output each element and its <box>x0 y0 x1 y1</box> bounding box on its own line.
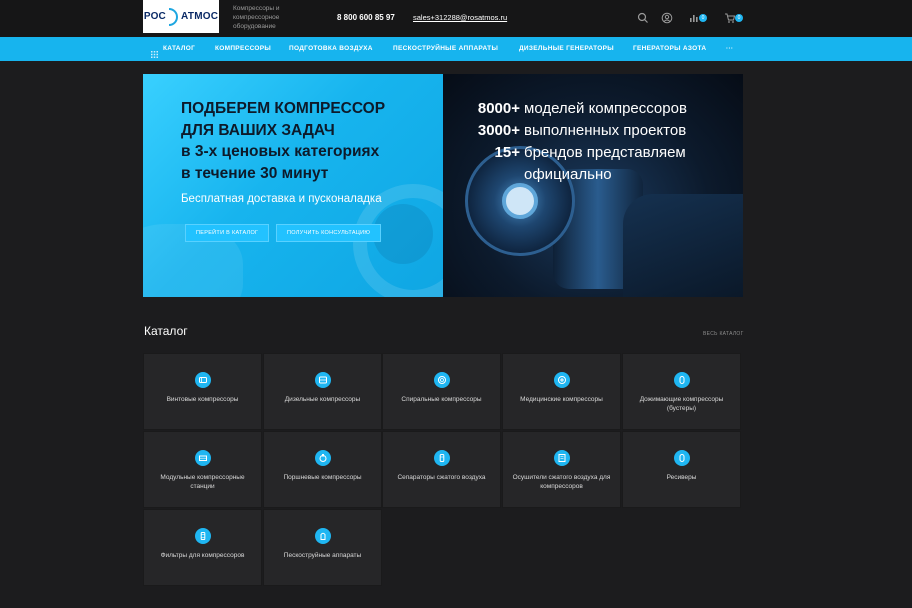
nav-item-diesel-generators[interactable]: ДИЗЕЛЬНЫЕ ГЕНЕРАТОРЫ <box>519 45 614 52</box>
stat-number: 15+ <box>494 144 520 161</box>
catalog-card-sandblasters[interactable]: Пескоструйные аппараты <box>263 509 382 586</box>
grid-icon[interactable] <box>151 45 158 58</box>
stat-brands: 15+ брендов представляем <box>443 142 743 164</box>
catalog-card-label: Медицинские компрессоры <box>520 396 603 403</box>
nav-item-nitrogen-generators[interactable]: ГЕНЕРАТОРЫ АЗОТА <box>633 45 706 52</box>
catalog-card-separator[interactable]: Сепараторы сжатого воздуха <box>382 431 501 508</box>
nav-more-button[interactable]: ··· <box>726 45 733 52</box>
logo[interactable]: РОС АТМОС <box>143 0 219 33</box>
hero-title-line: ПОДБЕРЕМ КОМПРЕССОР <box>181 100 386 117</box>
hero-title-line: ДЛЯ ВАШИХ ЗАДАЧ <box>181 121 335 139</box>
stat-text: официально <box>524 166 612 183</box>
hero-banner: ПОДБЕРЕМ КОМПРЕССОР ДЛЯ ВАШИХ ЗАДАЧ в 3-… <box>143 74 443 297</box>
phone-link[interactable]: 8 800 600 85 97 <box>337 13 395 22</box>
logo-arc-icon <box>168 7 178 26</box>
compressor-image <box>623 194 743 297</box>
catalog-card-label: Поршневые компрессоры <box>283 474 362 481</box>
nav-item-sandblasting[interactable]: ПЕСКОСТРУЙНЫЕ АППАРАТЫ <box>393 45 498 52</box>
stat-text: моделей компрессоров <box>524 100 687 117</box>
catalog-card-label: Дожимающие компрессоры (бустеры) <box>639 396 724 412</box>
stat-text: выполненных проектов <box>524 122 687 139</box>
hero-title-line: в течение 30 минут <box>181 164 329 182</box>
catalog-grid: Винтовые компрессоры Дизельные компрессо… <box>143 353 741 586</box>
stat-models: 8000+ моделей компрессоров <box>443 98 743 120</box>
booster-compressor-icon <box>673 372 690 388</box>
catalog-title: Каталог <box>144 324 188 338</box>
receiver-icon <box>673 450 690 466</box>
email-link[interactable]: sales+312288@rosatmos.ru <box>413 13 507 22</box>
catalog-card-label: Осушители сжатого воздуха для компрессор… <box>512 474 611 490</box>
banner-decoration <box>373 204 433 264</box>
stat-text: брендов представляем <box>524 144 686 161</box>
hero-title-line: в 3-х ценовых категориях <box>181 143 380 160</box>
catalog-card-dryer[interactable]: Осушители сжатого воздуха для компрессор… <box>502 431 621 508</box>
stat-brands-cont: официально <box>443 164 743 186</box>
catalog-card-label: Модульные компрессорные станции <box>160 474 245 490</box>
stat-number: 8000+ <box>477 100 520 117</box>
catalog-card-screw[interactable]: Винтовые компрессоры <box>143 353 262 430</box>
piston-compressor-icon <box>314 450 331 466</box>
dryer-icon <box>553 450 570 466</box>
catalog-card-medical[interactable]: Медицинские компрессоры <box>502 353 621 430</box>
catalog-card-filters[interactable]: Фильтры для компрессоров <box>143 509 262 586</box>
main-nav: КАТАЛОГ КОМПРЕССОРЫ ПОДГОТОВКА ВОЗДУХА П… <box>0 37 912 61</box>
logo-text-right: АТМОС <box>180 11 219 22</box>
diesel-compressor-icon <box>314 372 331 388</box>
nav-item-air-preparation[interactable]: ПОДГОТОВКА ВОЗДУХА <box>289 45 373 52</box>
get-consultation-button[interactable]: ПОЛУЧИТЬ КОНСУЛЬТАЦИЮ <box>276 224 382 242</box>
tagline: Компрессоры и компрессорное оборудование <box>233 5 280 30</box>
stat-projects: 3000+ выполненных проектов <box>443 120 743 142</box>
go-to-catalog-button[interactable]: ПЕРЕЙТИ В КАТАЛОГ <box>185 224 270 242</box>
filter-icon <box>194 528 211 544</box>
catalog-card-label: Пескоструйные аппараты <box>283 552 362 559</box>
stat-number: 3000+ <box>477 122 520 139</box>
scroll-compressor-icon <box>433 372 450 388</box>
catalog-card-piston[interactable]: Поршневые компрессоры <box>263 431 382 508</box>
catalog-card-label: Ресиверы <box>666 474 697 481</box>
hero-subtitle: Бесплатная доставка и пусконаладка <box>181 193 382 205</box>
site-header: РОС АТМОС Компрессоры и компрессорное об… <box>0 0 912 37</box>
catalog-card-label: Винтовые компрессоры <box>166 396 239 403</box>
catalog-card-booster[interactable]: Дожимающие компрессоры (бустеры) <box>622 353 741 430</box>
all-catalog-link[interactable]: ВЕСЬ КАТАЛОГ <box>703 331 744 337</box>
sandblaster-icon <box>314 528 331 544</box>
catalog-card-label: Фильтры для компрессоров <box>160 552 245 559</box>
hero-title: ПОДБЕРЕМ КОМПРЕССОР ДЛЯ ВАШИХ ЗАДАЧ в 3-… <box>181 98 421 184</box>
catalog-card-label: Дизельные компрессоры <box>284 396 361 403</box>
stats-banner: 8000+ моделей компрессоров 3000+ выполненн… <box>443 74 743 297</box>
user-icon[interactable] <box>661 12 673 24</box>
modular-station-icon <box>194 450 211 466</box>
catalog-card-diesel[interactable]: Дизельные компрессоры <box>263 353 382 430</box>
logo-text-left: РОС <box>143 11 166 22</box>
medical-compressor-icon <box>553 372 570 388</box>
cart-count-badge: 0 <box>735 14 743 22</box>
catalog-card-modular[interactable]: Модульные компрессорные станции <box>143 431 262 508</box>
separator-icon <box>433 450 450 466</box>
compare-count-badge: 0 <box>699 14 707 22</box>
catalog-card-label: Спиральные компрессоры <box>401 396 482 403</box>
nav-item-compressors[interactable]: КОМПРЕССОРЫ <box>215 45 271 52</box>
nav-item-catalog[interactable]: КАТАЛОГ <box>163 45 195 52</box>
screw-compressor-icon <box>194 372 211 388</box>
search-icon[interactable] <box>637 12 649 24</box>
catalog-card-label: Сепараторы сжатого воздуха <box>397 474 486 481</box>
catalog-card-scroll[interactable]: Спиральные компрессоры <box>382 353 501 430</box>
catalog-card-receiver[interactable]: Ресиверы <box>622 431 741 508</box>
